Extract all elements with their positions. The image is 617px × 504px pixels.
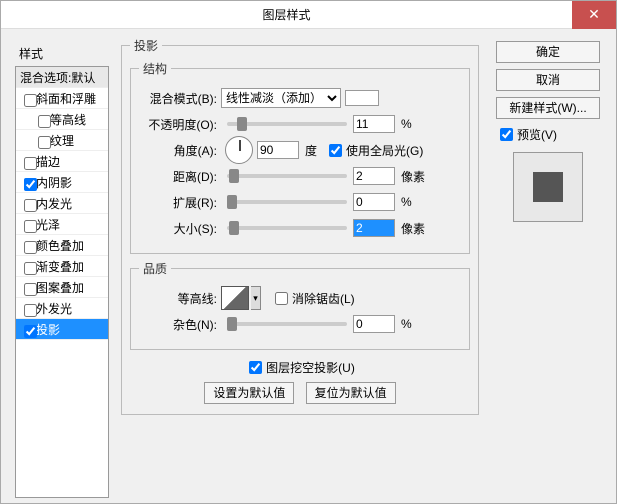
- spread-unit: %: [401, 195, 412, 209]
- structure-group: 结构 混合模式(B): 线性减淡（添加） 不透明度(O): %: [130, 60, 470, 254]
- knockout-input[interactable]: [249, 361, 262, 374]
- global-light-input[interactable]: [329, 144, 342, 157]
- angle-input[interactable]: [257, 141, 299, 159]
- style-item-checkbox[interactable]: [24, 94, 37, 107]
- distance-input[interactable]: [353, 167, 395, 185]
- angle-label: 角度(A):: [139, 142, 221, 159]
- size-input[interactable]: [353, 219, 395, 237]
- style-item-checkbox[interactable]: [24, 157, 37, 170]
- style-item-label: 渐变叠加: [36, 258, 84, 275]
- style-item[interactable]: 斜面和浮雕: [16, 88, 108, 109]
- contour-dropdown-icon[interactable]: ▾: [251, 286, 261, 310]
- style-item-checkbox[interactable]: [38, 136, 51, 149]
- antialias-checkbox[interactable]: 消除锯齿(L): [271, 289, 355, 308]
- noise-slider[interactable]: [227, 322, 347, 326]
- blend-mode-select[interactable]: 线性减淡（添加）: [221, 88, 341, 108]
- style-item-checkbox[interactable]: [24, 325, 37, 338]
- close-button[interactable]: ✕: [572, 1, 616, 29]
- style-item-label: 光泽: [36, 216, 60, 233]
- spread-input[interactable]: [353, 193, 395, 211]
- quality-legend: 品质: [139, 260, 171, 277]
- contour-swatch[interactable]: [221, 286, 249, 310]
- style-item[interactable]: 光泽: [16, 214, 108, 235]
- noise-unit: %: [401, 317, 412, 331]
- styles-header: 样式: [15, 41, 109, 66]
- preview-checkbox[interactable]: 预览(V): [496, 125, 600, 144]
- color-swatch[interactable]: [345, 90, 379, 106]
- style-item-checkbox[interactable]: [24, 241, 37, 254]
- style-item-checkbox[interactable]: [24, 304, 37, 317]
- style-item-checkbox[interactable]: [38, 115, 51, 128]
- noise-label: 杂色(N):: [139, 316, 221, 333]
- blend-options-header[interactable]: 混合选项:默认: [16, 67, 108, 88]
- style-item-label: 等高线: [50, 111, 86, 128]
- main-fieldset: 投影 结构 混合模式(B): 线性减淡（添加） 不透明度(O):: [121, 37, 479, 415]
- style-item-label: 纹理: [50, 132, 74, 149]
- distance-unit: 像素: [401, 168, 425, 185]
- opacity-input[interactable]: [353, 115, 395, 133]
- style-item[interactable]: 描边: [16, 151, 108, 172]
- opacity-unit: %: [401, 117, 412, 131]
- style-item-label: 投影: [36, 321, 60, 338]
- style-item[interactable]: 内阴影: [16, 172, 108, 193]
- style-item[interactable]: 图案叠加: [16, 277, 108, 298]
- spread-label: 扩展(R):: [139, 194, 221, 211]
- reset-defaults-button[interactable]: 复位为默认值: [306, 382, 396, 404]
- style-item-checkbox[interactable]: [24, 283, 37, 296]
- main-legend: 投影: [130, 37, 162, 54]
- title-bar: 图层样式 ✕: [1, 1, 616, 29]
- noise-input[interactable]: [353, 315, 395, 333]
- style-item[interactable]: 颜色叠加: [16, 235, 108, 256]
- preview-swatch: [533, 172, 563, 202]
- style-item[interactable]: 纹理: [16, 130, 108, 151]
- style-item-checkbox[interactable]: [24, 178, 37, 191]
- style-item-label: 颜色叠加: [36, 237, 84, 254]
- global-light-checkbox[interactable]: 使用全局光(G): [325, 141, 423, 160]
- cancel-button[interactable]: 取消: [496, 69, 600, 91]
- structure-legend: 结构: [139, 60, 171, 77]
- size-unit: 像素: [401, 220, 425, 237]
- angle-unit: 度: [305, 142, 317, 159]
- preview-box: [513, 152, 583, 222]
- styles-list: 混合选项:默认 斜面和浮雕等高线纹理描边内阴影内发光光泽颜色叠加渐变叠加图案叠加…: [15, 66, 109, 498]
- spread-slider[interactable]: [227, 200, 347, 204]
- blend-mode-label: 混合模式(B):: [139, 90, 221, 107]
- opacity-slider[interactable]: [227, 122, 347, 126]
- style-item[interactable]: 外发光: [16, 298, 108, 319]
- knockout-checkbox[interactable]: 图层挖空投影(U): [245, 358, 355, 377]
- style-item-label: 内阴影: [36, 174, 72, 191]
- distance-slider[interactable]: [227, 174, 347, 178]
- ok-button[interactable]: 确定: [496, 41, 600, 63]
- style-item-checkbox[interactable]: [24, 262, 37, 275]
- style-item[interactable]: 等高线: [16, 109, 108, 130]
- antialias-input[interactable]: [275, 292, 288, 305]
- contour-label: 等高线:: [139, 290, 221, 307]
- opacity-label: 不透明度(O):: [139, 116, 221, 133]
- distance-label: 距离(D):: [139, 168, 221, 185]
- style-item[interactable]: 投影: [16, 319, 108, 340]
- preview-input[interactable]: [500, 128, 513, 141]
- style-item-label: 描边: [36, 153, 60, 170]
- set-defaults-button[interactable]: 设置为默认值: [204, 382, 294, 404]
- style-item-checkbox[interactable]: [24, 220, 37, 233]
- angle-dial[interactable]: [225, 136, 253, 164]
- style-item[interactable]: 内发光: [16, 193, 108, 214]
- style-item-label: 斜面和浮雕: [36, 90, 96, 107]
- size-label: 大小(S):: [139, 220, 221, 237]
- new-style-button[interactable]: 新建样式(W)...: [496, 97, 600, 119]
- window-title: 图层样式: [1, 6, 572, 23]
- style-item-label: 外发光: [36, 300, 72, 317]
- size-slider[interactable]: [227, 226, 347, 230]
- style-item-label: 图案叠加: [36, 279, 84, 296]
- style-item-label: 内发光: [36, 195, 72, 212]
- style-item-checkbox[interactable]: [24, 199, 37, 212]
- style-item[interactable]: 渐变叠加: [16, 256, 108, 277]
- quality-group: 品质 等高线: ▾ 消除锯齿(L) 杂色(N): %: [130, 260, 470, 350]
